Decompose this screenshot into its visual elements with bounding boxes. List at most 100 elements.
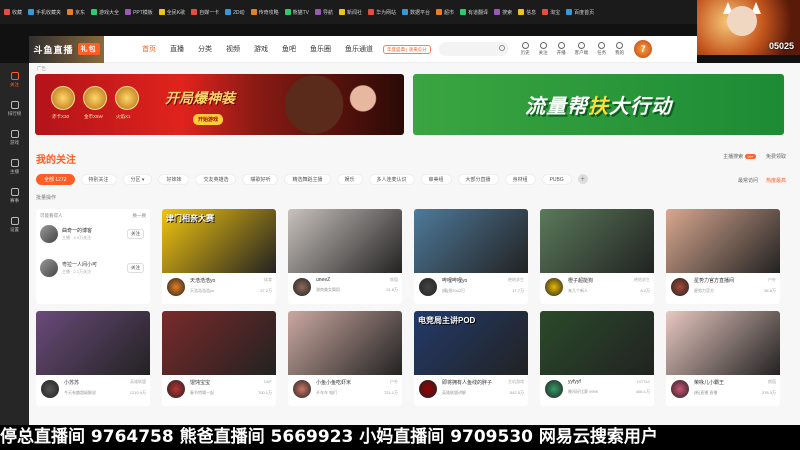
bookmark-item[interactable]: 2D动 bbox=[225, 9, 245, 16]
top-icon-item[interactable]: 任务 bbox=[597, 42, 606, 56]
stream-card[interactable]: 小苏苏 英雄联盟 今天有趣超级解说 1210.4万 bbox=[36, 311, 150, 406]
stream-title[interactable]: 馄饨宝宝 bbox=[190, 379, 210, 386]
stream-card[interactable]: 星势力官方直播间 户外 星势力官方 56.6万 bbox=[666, 209, 780, 304]
stream-card[interactable]: 津门相亲大赛 天浩浩浩yo 体育 天浩浩浩浩yo 27.2万 bbox=[162, 209, 276, 304]
top-icon-item[interactable]: 历史 bbox=[521, 42, 530, 56]
bookmark-item[interactable]: 京东 bbox=[67, 9, 85, 16]
search-input[interactable] bbox=[438, 42, 509, 56]
streamer-avatar[interactable] bbox=[671, 380, 689, 398]
streamer-avatar[interactable] bbox=[545, 278, 563, 296]
sort-frequent[interactable]: 最常访问 bbox=[738, 177, 758, 184]
nav-item[interactable]: 游戏 bbox=[254, 44, 268, 54]
top-icon-item[interactable]: 客户端 bbox=[575, 42, 588, 56]
streamer-avatar[interactable] bbox=[545, 380, 563, 398]
bookmark-item[interactable]: 百度首页 bbox=[566, 9, 594, 16]
bookmark-item[interactable]: 导航 bbox=[314, 9, 333, 16]
stream-thumbnail[interactable] bbox=[666, 311, 780, 375]
nav-item[interactable]: 鱼乐圈 bbox=[310, 44, 331, 54]
stream-thumbnail[interactable] bbox=[540, 311, 654, 375]
avatar[interactable] bbox=[40, 225, 58, 243]
top-icon-item[interactable]: 开播 bbox=[557, 42, 566, 56]
streamer-avatar[interactable] bbox=[167, 278, 185, 296]
bookmark-item[interactable]: 淘宝 bbox=[542, 9, 560, 16]
start-game-button[interactable]: 开始游戏 bbox=[193, 114, 224, 125]
stream-thumbnail[interactable] bbox=[288, 311, 402, 375]
streamer-avatar[interactable] bbox=[293, 278, 311, 296]
sidebar-item[interactable]: 设置 bbox=[2, 212, 28, 238]
bookmark-item[interactable]: 数据平台 bbox=[402, 9, 430, 16]
nav-item[interactable]: 分类 bbox=[198, 44, 212, 54]
bookmark-item[interactable]: PPT模板 bbox=[125, 9, 153, 16]
filter-chip[interactable]: 特别关注 bbox=[80, 174, 117, 185]
anchor-search-link[interactable]: 主播搜索 99+ bbox=[723, 153, 756, 160]
streamer-avatar[interactable] bbox=[167, 380, 185, 398]
recommend-name[interactable]: 曲奇一的博客 bbox=[62, 227, 92, 234]
stream-thumbnail[interactable] bbox=[414, 209, 528, 273]
stream-title[interactable]: 小苏苏 bbox=[64, 379, 79, 386]
stream-title[interactable]: 小鱼小鱼吃虾米 bbox=[316, 379, 351, 386]
nav-item[interactable]: 首页 bbox=[142, 44, 156, 54]
bookmark-item[interactable]: 传奇攻略 bbox=[250, 9, 279, 16]
traffic-support-banner[interactable]: 流量帮扶大行动 bbox=[413, 74, 784, 135]
free-claim-link[interactable]: 免费领取 bbox=[766, 153, 786, 160]
follow-button[interactable]: 关注 bbox=[127, 263, 144, 273]
user-avatar[interactable]: 7 bbox=[634, 40, 653, 58]
bookmark-item[interactable]: 搜索 bbox=[494, 9, 512, 16]
stream-card[interactable]: 橙子超能狗 绝地求生 来几个新人 8.2万 bbox=[540, 209, 654, 304]
filter-chip[interactable]: 大部分直播 bbox=[457, 174, 499, 185]
follow-button[interactable]: 关注 bbox=[127, 229, 144, 239]
filter-chip[interactable]: 娱乐 bbox=[336, 174, 363, 185]
top-icon-item[interactable]: 我的 bbox=[615, 42, 624, 56]
refresh-button[interactable]: 换一换 bbox=[133, 213, 147, 219]
avatar[interactable] bbox=[40, 259, 58, 277]
recommend-name[interactable]: 粤拉一人间小可 bbox=[62, 261, 97, 268]
sidebar-item[interactable]: 赛事 bbox=[2, 183, 28, 209]
streamer-avatar[interactable] bbox=[41, 380, 59, 398]
stream-card[interactable]: uneeZ 颜值 湖南美女舞蹈 21.8万 bbox=[288, 209, 402, 304]
stream-title[interactable]: 橙子超能狗 bbox=[568, 277, 593, 284]
filter-chip[interactable]: 分区 ▾ bbox=[122, 174, 153, 185]
stream-title[interactable]: 星势力官方直播间 bbox=[694, 277, 734, 284]
sidebar-item[interactable]: 游戏 bbox=[2, 125, 28, 151]
bookmark-item[interactable]: 全民K歌 bbox=[158, 9, 185, 16]
sort-hot[interactable]: 热度最高 bbox=[766, 177, 786, 184]
stream-thumbnail[interactable]: 津门相亲大赛 bbox=[162, 209, 276, 273]
stream-thumbnail[interactable] bbox=[36, 311, 150, 375]
bookmark-item[interactable]: 手机收藏夹 bbox=[28, 9, 61, 16]
stream-card[interactable]: 电竞局主讲POD 即将拥有人鱼线的胖子 主机游戏 英雄联盟讲解 542.5万 bbox=[414, 311, 528, 406]
bookmark-item[interactable]: 信息 bbox=[518, 9, 536, 16]
stream-title[interactable]: uneeZ bbox=[316, 277, 330, 283]
stream-thumbnail[interactable] bbox=[162, 311, 276, 375]
top-icon-item[interactable]: 关注 bbox=[539, 42, 548, 56]
bookmark-item[interactable]: 游戏大全 bbox=[91, 9, 119, 16]
stream-thumbnail[interactable] bbox=[666, 209, 780, 273]
filter-chip[interactable]: 全部 1272 bbox=[36, 174, 75, 185]
nav-item[interactable]: 鱼乐通道 bbox=[345, 44, 373, 54]
stream-title[interactable]: yyfyyf bbox=[568, 379, 581, 385]
bookmark-item[interactable]: 熊猫TV bbox=[284, 9, 309, 16]
streamer-avatar[interactable] bbox=[293, 380, 311, 398]
stream-card[interactable]: yyfyyf DOTA2 晚间好比赛 9999 466.1万 bbox=[540, 311, 654, 406]
stream-card[interactable]: 哔哩哔哩yo 绝地求生 [精]抢2042打 17.7万 bbox=[414, 209, 528, 304]
filter-chip[interactable]: 交友英雄选 bbox=[195, 174, 237, 185]
bookmark-item[interactable]: 华为网站 bbox=[368, 9, 396, 16]
bookmark-item[interactable]: 有道翻译 bbox=[460, 9, 488, 16]
stream-title[interactable]: 哔哩哔哩yo bbox=[442, 277, 467, 284]
batch-action-link[interactable]: 批量操作 bbox=[36, 194, 56, 201]
streamer-avatar[interactable] bbox=[671, 278, 689, 296]
stream-thumbnail[interactable] bbox=[288, 209, 402, 273]
bookmark-item[interactable]: 新闻社 bbox=[338, 9, 362, 16]
filter-chip[interactable]: 嘴歌好听 bbox=[242, 174, 279, 185]
streamer-avatar[interactable] bbox=[419, 278, 437, 296]
filter-chip[interactable]: 精选舞蹈主播 bbox=[284, 174, 331, 185]
stream-card[interactable]: 小鱼小鱼吃虾米 户外 开车车 咱们 721.1万 bbox=[288, 311, 402, 406]
filter-chip[interactable]: 多人连麦认识 bbox=[368, 174, 415, 185]
filter-chip[interactable]: PUBG bbox=[541, 174, 572, 185]
nav-item[interactable]: 鱼吧 bbox=[282, 44, 296, 54]
filter-chip[interactable]: 身材组 bbox=[504, 174, 536, 185]
stream-title[interactable]: 天浩浩浩yo bbox=[190, 277, 215, 284]
bookmark-item[interactable]: 超市 bbox=[436, 9, 454, 16]
bookmark-item[interactable]: 收藏 bbox=[4, 9, 22, 16]
game-ad-banner[interactable]: 赤卡X30 金币X5W 火焰X1 开局爆神装 开始游戏 bbox=[35, 74, 404, 135]
stream-card[interactable]: 馄饨宝宝 DNF 春节特辑一起 700.1万 bbox=[162, 311, 276, 406]
